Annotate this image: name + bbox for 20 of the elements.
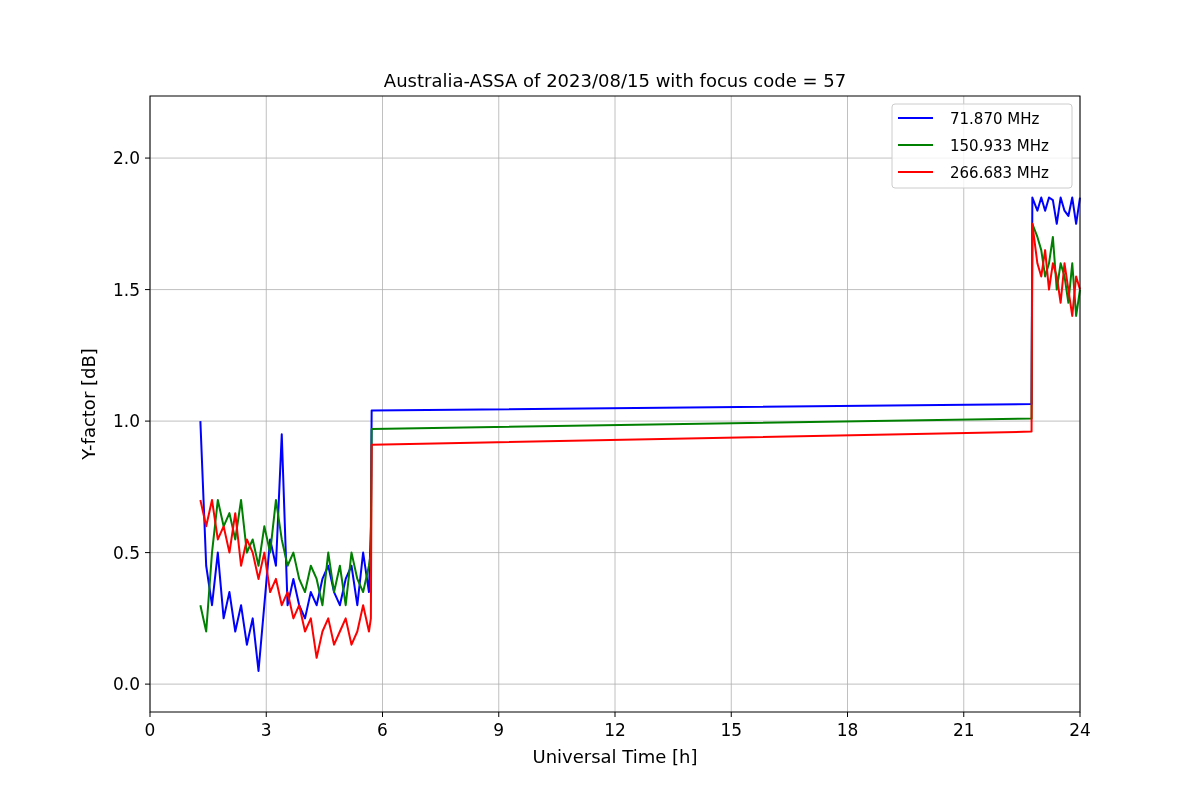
x-tick-label: 18: [836, 720, 859, 740]
y-tick-label: 0.0: [112, 674, 140, 695]
x-tick-label: 9: [493, 720, 505, 740]
x-tick-label: 6: [377, 720, 388, 740]
x-tick-label: 15: [720, 720, 743, 740]
legend-label: 266.683 MHz: [950, 164, 1049, 182]
x-tick-label: 12: [604, 720, 626, 740]
y-axis-label: Y-factor [dB]: [78, 348, 99, 460]
y-tick-label: 0.5: [112, 542, 140, 563]
y-tick-label: 2.0: [112, 148, 140, 169]
x-tick-label: 3: [260, 720, 272, 740]
x-axis-label: Universal Time [h]: [532, 746, 698, 767]
x-tick-label: 24: [1069, 720, 1091, 740]
y-tick-label: 1.5: [112, 279, 140, 300]
chart-title: Australia-ASSA of 2023/08/15 with focus code = 57: [383, 70, 847, 91]
legend-label: 71.870 MHz: [950, 110, 1040, 128]
x-tick-label: 21: [952, 720, 975, 740]
y-tick-label: 1.0: [112, 411, 140, 432]
x-tick-label: 0: [144, 720, 156, 740]
legend-label: 150.933 MHz: [950, 137, 1049, 155]
